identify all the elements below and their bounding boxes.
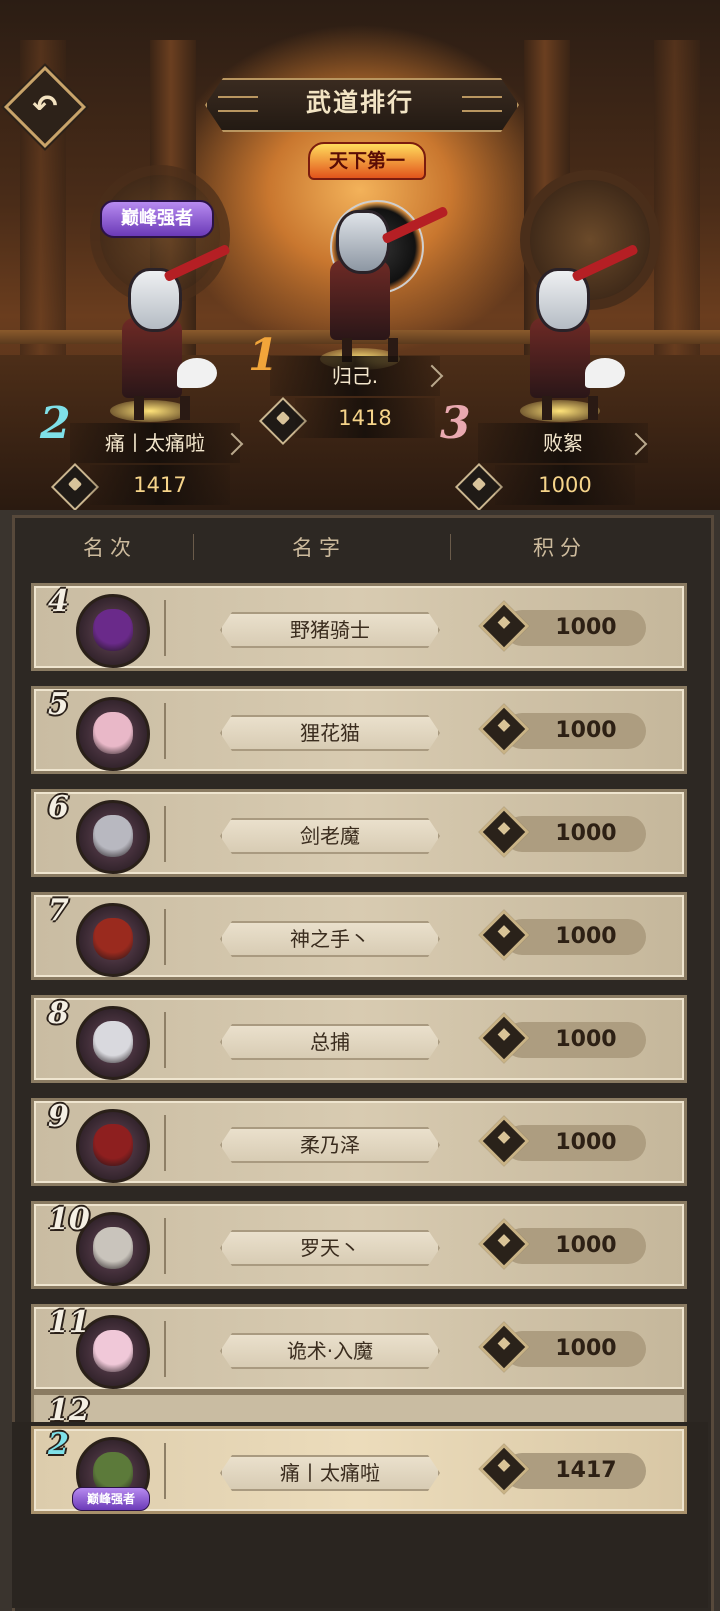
avatar[interactable] [76, 800, 150, 874]
table-row[interactable]: 4 野猪骑士 1000 [31, 583, 687, 671]
my-name[interactable]: 痛丨太痛啦 [220, 1455, 440, 1491]
row-divider [164, 909, 166, 965]
row-rank: 7 [48, 893, 69, 928]
row-divider [164, 1012, 166, 1068]
row-divider [164, 806, 166, 862]
table-row[interactable]: 6 剑老魔 1000 [31, 789, 687, 877]
avatar-face [93, 609, 133, 651]
row-rank: 8 [48, 996, 69, 1031]
row-rank: 9 [48, 1099, 69, 1134]
table-row[interactable]: 8 总捕 1000 [31, 995, 687, 1083]
row-divider [164, 1321, 166, 1377]
row-rank: 6 [48, 790, 69, 825]
avatar[interactable] [76, 1109, 150, 1183]
avatar[interactable] [76, 697, 150, 771]
avatar[interactable] [76, 1006, 150, 1080]
row-rank: 4 [48, 584, 69, 619]
table-row[interactable]: 10 罗天丶 1000 [31, 1201, 687, 1289]
avatar[interactable] [76, 594, 150, 668]
avatar-face [93, 918, 133, 960]
avatar-face [93, 1227, 133, 1269]
row-divider [164, 1443, 166, 1499]
my-rank-row[interactable]: 2 巅峰强者 痛丨太痛啦 1417 [31, 1426, 687, 1514]
table-row[interactable]: 7 神之手丶 1000 [31, 892, 687, 980]
row-rank: 11 [48, 1305, 90, 1340]
row-divider [164, 600, 166, 656]
player-name[interactable]: 柔乃泽 [220, 1127, 440, 1163]
table-row[interactable]: 11 诡术·入魔 1000 [31, 1304, 687, 1392]
player-name[interactable]: 野猪骑士 [220, 612, 440, 648]
player-name[interactable]: 狸花猫 [220, 715, 440, 751]
player-name[interactable]: 剑老魔 [220, 818, 440, 854]
my-rank: 2 [48, 1427, 69, 1462]
player-name[interactable]: 神之手丶 [220, 921, 440, 957]
row-rank: 5 [48, 687, 69, 722]
peak-badge-small: 巅峰强者 [72, 1487, 150, 1511]
player-name[interactable]: 总捕 [220, 1024, 440, 1060]
avatar-face [93, 712, 133, 754]
row-divider [164, 1115, 166, 1171]
player-name[interactable]: 诡术·入魔 [220, 1333, 440, 1369]
avatar-face [93, 1021, 133, 1063]
avatar-face [93, 1124, 133, 1166]
player-name[interactable]: 罗天丶 [220, 1230, 440, 1266]
row-divider [164, 703, 166, 759]
table-row[interactable]: 9 柔乃泽 1000 [31, 1098, 687, 1186]
avatar-face [93, 815, 133, 857]
avatar-face [93, 1330, 133, 1372]
row-divider [164, 1218, 166, 1274]
avatar[interactable] [76, 903, 150, 977]
ranking-list[interactable]: 4 野猪骑士 1000 5 狸花猫 1000 6 剑老魔 1000 7 神之手丶… [0, 0, 720, 1608]
row-rank: 10 [48, 1202, 90, 1237]
table-row[interactable]: 5 狸花猫 1000 [31, 686, 687, 774]
